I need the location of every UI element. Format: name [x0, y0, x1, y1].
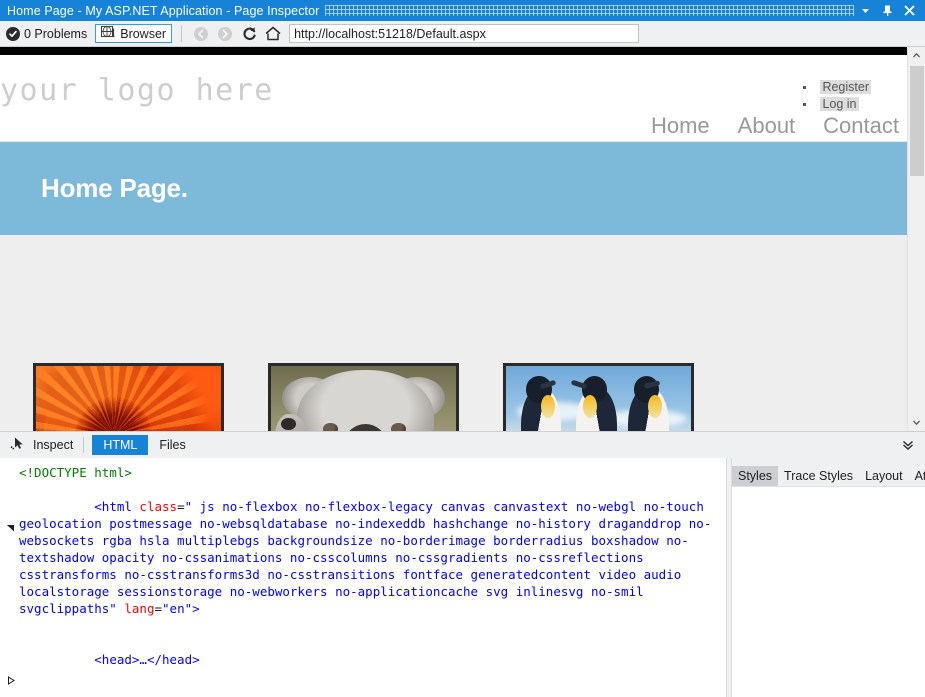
list-item: Log in [820, 96, 871, 112]
dom-line-body-open[interactable]: <body> [6, 685, 722, 697]
equals-sign: = [177, 499, 185, 514]
dom-tree[interactable]: <!DOCTYPE html> <html class=" js no-flex… [0, 458, 726, 697]
tab-styles[interactable]: Styles [732, 466, 778, 486]
chrysanthemum-image[interactable] [33, 363, 224, 431]
back-button[interactable] [189, 23, 213, 44]
koala-eye-right [391, 423, 406, 431]
refresh-button[interactable] [237, 23, 261, 44]
browser-button[interactable]: Browser [95, 24, 172, 43]
site-top-black-bar [0, 47, 907, 55]
window-title: Home Page - My ASP.NET Application - Pag… [0, 4, 319, 18]
dom-line-head[interactable]: <head>…</head> [6, 634, 722, 685]
tab-files[interactable]: Files [148, 435, 196, 455]
inspect-button[interactable]: Inspect [8, 434, 81, 456]
penguin-shape [628, 387, 669, 431]
inspector-divider [83, 437, 84, 453]
page-content [0, 235, 907, 431]
penguin-shape [521, 387, 562, 431]
dom-line-html-open[interactable]: <html class=" js no-flexbox no-flexbox-l… [6, 481, 722, 634]
doctype-text: <!DOCTYPE html> [19, 465, 132, 480]
koala-artwork [271, 366, 456, 431]
html-lang-attr-name: lang [124, 601, 154, 616]
styles-tab-strip: Styles Trace Styles Layout Att [732, 458, 925, 486]
cursor-inspect-icon [10, 436, 27, 454]
tab-trace-styles[interactable]: Trace Styles [778, 466, 859, 486]
address-text: http://localhost:51218/Default.aspx [294, 27, 486, 41]
login-link[interactable]: Log in [820, 97, 858, 111]
problems-button[interactable]: 0 Problems [4, 23, 93, 44]
address-bar[interactable]: http://localhost:51218/Default.aspx [289, 24, 639, 43]
scroll-down-button[interactable] [908, 414, 925, 431]
account-links: Register Log in [820, 79, 871, 113]
window-controls [854, 0, 925, 21]
scroll-up-button[interactable] [908, 47, 925, 64]
tab-attributes[interactable]: Att [909, 466, 925, 486]
list-item: Register [820, 79, 871, 95]
scrollbar-track[interactable] [909, 64, 925, 414]
problems-label: 0 Problems [24, 27, 87, 41]
forward-button[interactable] [213, 23, 237, 44]
close-icon[interactable] [898, 0, 920, 21]
inspect-label: Inspect [33, 438, 73, 452]
koala-image[interactable] [268, 363, 459, 431]
chevron-down-icon[interactable] [854, 0, 876, 21]
title-bar: Home Page - My ASP.NET Application - Pag… [0, 0, 925, 21]
browser-button-label: Browser [120, 27, 166, 41]
penguin-cheek [583, 395, 597, 418]
penguins-artwork [506, 366, 691, 431]
html-class-attr-value: " js no-flexbox no-flexbox-legacy canvas… [19, 499, 711, 616]
chevron-double-down-icon[interactable] [899, 436, 917, 454]
styles-content-area [732, 486, 925, 697]
koala-eye-left [323, 423, 338, 431]
browser-toolbar: 0 Problems Browser [0, 21, 925, 47]
home-button[interactable] [261, 23, 285, 44]
inspector-body: <!DOCTYPE html> <html class=" js no-flex… [0, 458, 925, 697]
check-circle-icon [6, 27, 20, 41]
html-tag-close-bracket: > [192, 601, 200, 616]
tab-layout[interactable]: Layout [859, 466, 909, 486]
chrysanthemum-artwork [36, 366, 221, 431]
html-lang-attr-value: "en" [162, 601, 192, 616]
rendered-web-page: your logo here Register Log in Home Abou… [0, 47, 907, 431]
page-title: Home Page. [41, 173, 188, 204]
page-scrollbar[interactable] [907, 47, 925, 431]
inspector-panel: Inspect HTML Files <!DOCTYPE html> <html… [0, 431, 925, 697]
styles-panel: Styles Trace Styles Layout Att [732, 458, 925, 697]
scrollbar-thumb[interactable] [910, 66, 924, 176]
triangle-right-icon[interactable] [6, 638, 15, 647]
inspector-toolbar: Inspect HTML Files [0, 432, 925, 458]
page-inspector-window: Home Page - My ASP.NET Application - Pag… [0, 0, 925, 697]
site-header: your logo here Register Log in Home Abou… [0, 55, 907, 142]
dom-line-doctype: <!DOCTYPE html> [6, 464, 722, 481]
pin-icon[interactable] [876, 0, 898, 21]
register-link[interactable]: Register [820, 80, 871, 94]
title-bar-grip [325, 0, 854, 21]
triangle-down-icon[interactable] [6, 689, 15, 697]
penguin-cheek [541, 395, 555, 418]
nav-link-contact[interactable]: Contact [823, 113, 899, 139]
site-main-nav: Home About Contact [651, 113, 907, 139]
browser-window-icon [101, 25, 116, 42]
html-class-attr-name: class [139, 499, 177, 514]
hero-banner: Home Page. [0, 142, 907, 235]
nav-link-home[interactable]: Home [651, 113, 710, 139]
head-tag-text: <head>…</head> [94, 652, 199, 667]
equals-sign: = [154, 601, 162, 616]
toolbar-divider [181, 25, 182, 42]
thumbnail-row [0, 363, 694, 431]
tab-html[interactable]: HTML [92, 435, 148, 455]
site-logo: your logo here [0, 73, 274, 108]
html-tag-open: <html [94, 499, 139, 514]
penguins-image[interactable] [503, 363, 694, 431]
penguin-shape [576, 387, 617, 431]
nav-link-about[interactable]: About [738, 113, 796, 139]
triangle-down-icon[interactable] [6, 485, 15, 494]
browser-viewport: your logo here Register Log in Home Abou… [0, 47, 925, 431]
